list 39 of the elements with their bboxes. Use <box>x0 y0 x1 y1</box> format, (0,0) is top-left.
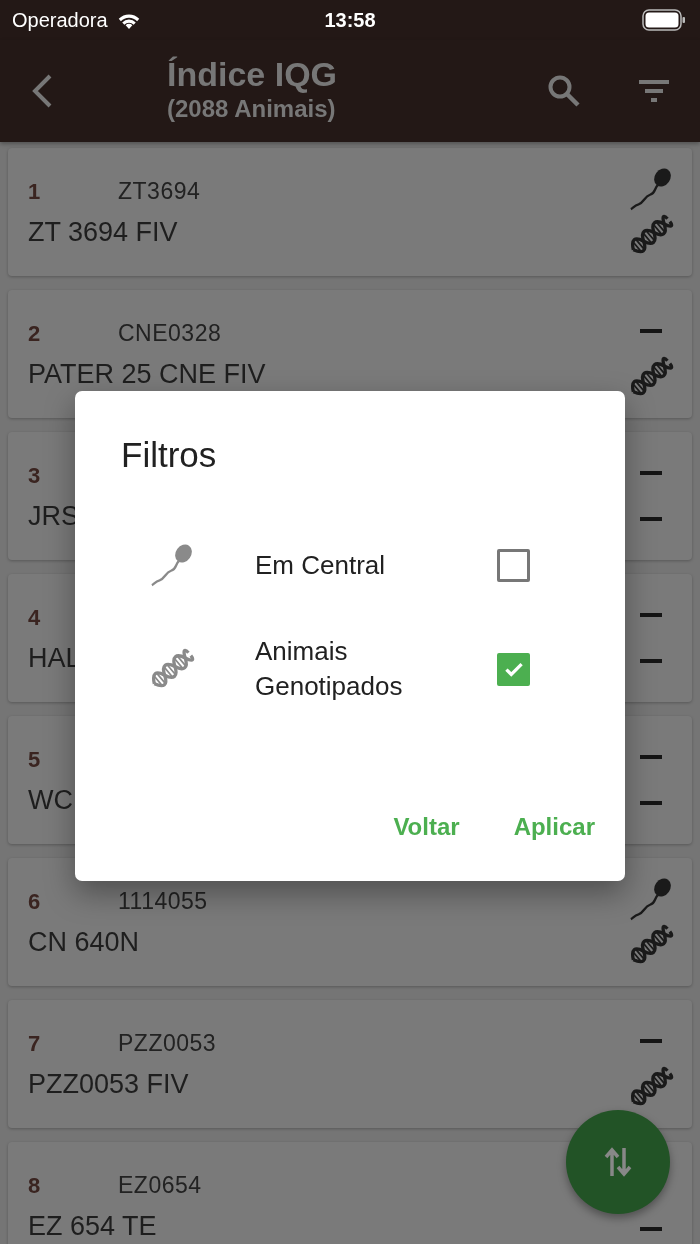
carrier-name: Operadora <box>12 8 108 32</box>
rank-number: 6 <box>28 889 42 915</box>
clock-time: 13:58 <box>324 8 376 32</box>
rank-number: 4 <box>28 604 42 631</box>
rank-number: 5 <box>28 746 42 773</box>
sperm-icon <box>149 542 195 588</box>
animal-name: CN 640N <box>28 927 141 958</box>
back-button[interactable]: Voltar <box>393 813 460 841</box>
apply-button[interactable]: Aplicar <box>513 813 595 841</box>
filter-label: Em Central <box>255 548 387 582</box>
rank-number: 7 <box>28 1031 42 1057</box>
animal-card[interactable]: 8 EZ0654 EZ 654 TE <box>8 1142 692 1244</box>
rank-number: 2 <box>28 321 42 347</box>
rank-number: 8 <box>28 1173 42 1199</box>
battery-icon <box>642 9 686 31</box>
checkbox[interactable] <box>497 652 530 686</box>
animal-name: PZZ0053 FIV <box>28 1069 190 1100</box>
rank-number: 3 <box>28 462 42 489</box>
animal-code: CNE0328 <box>118 320 222 347</box>
animal-card[interactable]: 7 PZZ0053 PZZ0053 FIV <box>8 1000 692 1128</box>
animal-name: EZ 654 TE <box>28 1211 158 1242</box>
screen-title: Índice IQG <box>167 54 339 94</box>
animal-name: ZT 3694 FIV <box>28 217 179 248</box>
animal-code: EZ0654 <box>118 1172 202 1199</box>
animal-card[interactable]: 1 ZT3694 ZT 3694 FIV <box>8 148 692 276</box>
rank-number: 1 <box>28 179 42 205</box>
filter-label: Animais Genotipados <box>255 635 404 703</box>
dialog-title: Filtros <box>121 435 218 475</box>
search-icon[interactable] <box>546 73 582 109</box>
animal-name: HAL <box>28 642 82 674</box>
screen-subtitle: (2088 Animais) <box>167 94 337 124</box>
sort-icon <box>604 1146 632 1178</box>
checkbox[interactable] <box>497 548 530 582</box>
animal-code: PZZ0053 <box>118 1030 217 1057</box>
animal-code: 1114055 <box>118 888 208 915</box>
back-icon[interactable] <box>30 73 54 109</box>
animal-name: PATER 25 CNE FIV <box>28 359 266 390</box>
animal-code: ZT3694 <box>118 178 201 205</box>
animal-name: WC <box>28 784 74 816</box>
